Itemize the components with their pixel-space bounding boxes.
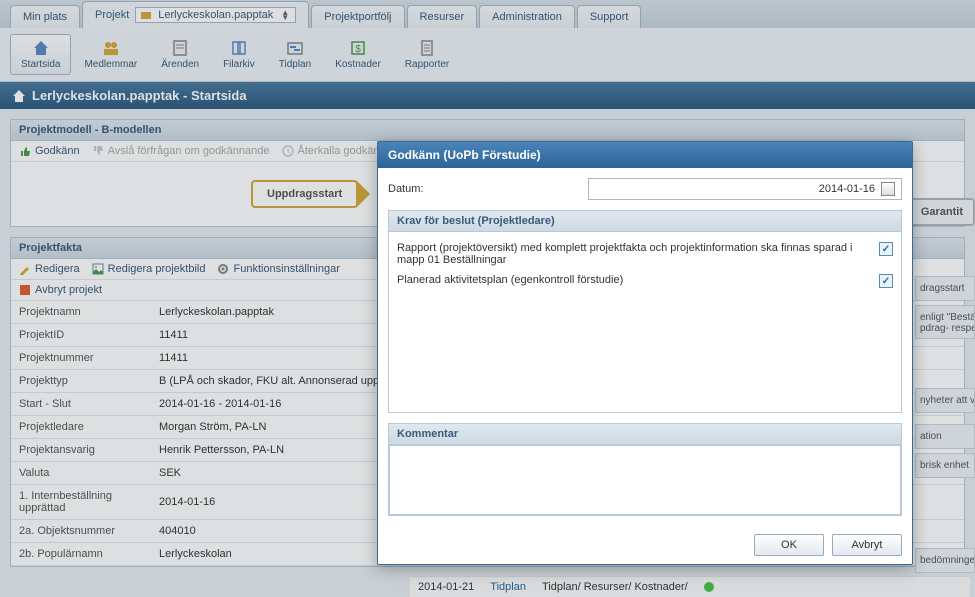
godkann-modal: Godkänn (UoPb Förstudie) Datum: 2014-01-…: [377, 141, 913, 565]
avbryt-button[interactable]: Avbryt: [832, 534, 902, 556]
krav-text: Rapport (projektöversikt) med komplett p…: [397, 242, 871, 266]
krav-item: Planerad aktivitetsplan (egenkontroll fö…: [397, 270, 893, 292]
krav-text: Planerad aktivitetsplan (egenkontroll fö…: [397, 274, 871, 286]
krav-panel: Krav för beslut (Projektledare) Rapport …: [388, 210, 902, 413]
krav-header: Krav för beslut (Projektledare): [389, 211, 901, 232]
kommentar-textarea[interactable]: [389, 445, 901, 515]
datum-value: 2014-01-16: [819, 183, 875, 195]
calendar-icon[interactable]: [881, 182, 895, 196]
kommentar-panel: Kommentar: [388, 423, 902, 516]
datum-label: Datum:: [388, 183, 588, 195]
modal-footer: OK Avbryt: [378, 526, 912, 564]
ok-button[interactable]: OK: [754, 534, 824, 556]
krav-item: Rapport (projektöversikt) med komplett p…: [397, 238, 893, 270]
krav-checkbox[interactable]: ✓: [879, 242, 893, 256]
modal-title: Godkänn (UoPb Förstudie): [378, 142, 912, 168]
kommentar-header: Kommentar: [389, 424, 901, 445]
krav-checkbox[interactable]: ✓: [879, 274, 893, 288]
datum-row: Datum: 2014-01-16: [388, 178, 902, 200]
datum-input[interactable]: 2014-01-16: [588, 178, 902, 200]
krav-body: Rapport (projektöversikt) med komplett p…: [389, 232, 901, 412]
